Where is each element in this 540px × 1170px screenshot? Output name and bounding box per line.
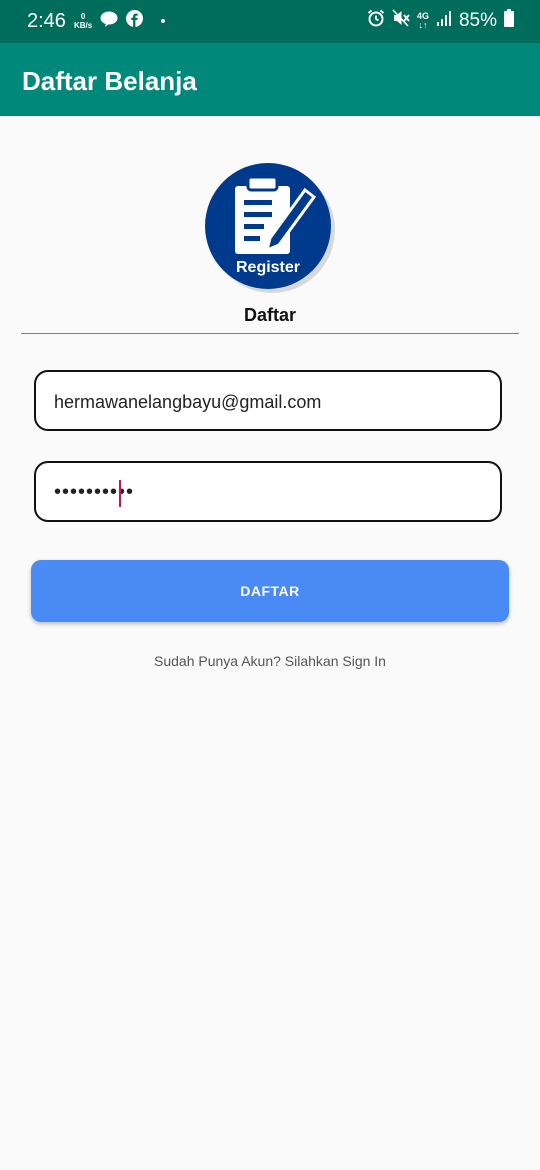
more-notifications-dot	[161, 19, 166, 23]
network-speed-indicator: 0 KB/s	[74, 12, 93, 30]
email-field-value: hermawanelangbayu@gmail.com	[54, 392, 322, 412]
alarm-icon	[367, 9, 385, 32]
sign-in-link[interactable]: Sudah Punya Akun? Silahkan Sign In	[0, 653, 540, 669]
status-notification-icons: 0 KB/s	[74, 10, 166, 32]
form-heading: Daftar	[243, 305, 296, 325]
status-system-icons: 4G ↓↑ 85%	[367, 9, 514, 32]
facebook-icon	[126, 10, 144, 32]
logo-text: Register	[236, 259, 300, 276]
signal-icon	[436, 10, 452, 31]
password-field-value: ••••••••••	[54, 481, 135, 503]
status-time: 2:46	[27, 10, 66, 32]
register-logo: Register	[204, 162, 336, 294]
network-4g-icon: 4G ↓↑	[416, 10, 429, 30]
email-field[interactable]: hermawanelangbayu@gmail.com	[34, 370, 502, 431]
status-bar: 2:46 0 KB/s 4G ↓↑ 85%	[0, 0, 540, 43]
register-button[interactable]: DAFTAR	[31, 560, 509, 622]
battery-icon	[504, 9, 514, 32]
divider	[21, 333, 519, 334]
line-icon	[100, 11, 118, 32]
text-cursor	[119, 480, 121, 507]
app-title: Daftar Belanja	[22, 66, 197, 96]
battery-percent: 85%	[458, 9, 497, 31]
password-field[interactable]: ••••••••••	[34, 461, 502, 522]
mute-icon	[392, 9, 410, 32]
app-bar: Daftar Belanja	[0, 43, 540, 116]
